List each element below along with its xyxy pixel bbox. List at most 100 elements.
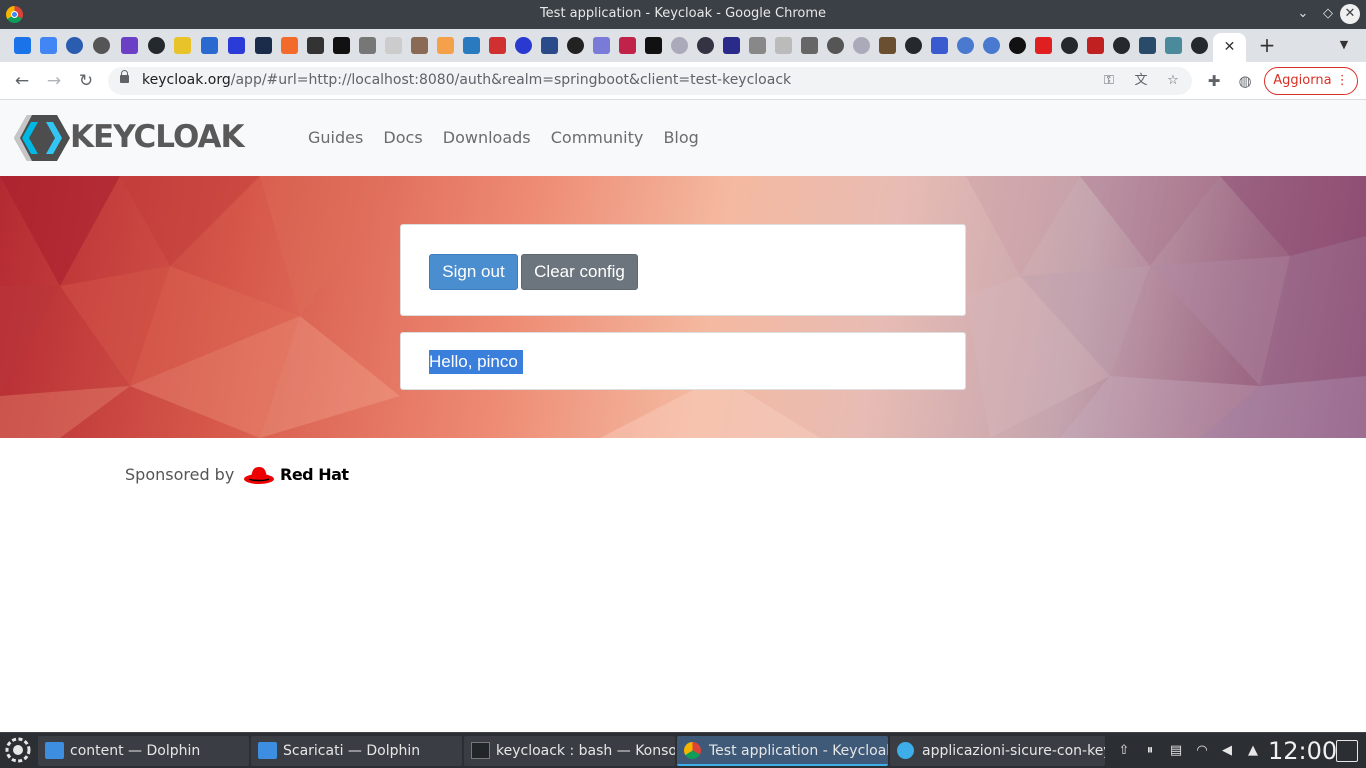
tab-github-icon[interactable] [148, 37, 165, 54]
profile-avatar-icon[interactable]: ◍ [1235, 71, 1255, 91]
clock[interactable]: 12:00 [1268, 737, 1337, 765]
tab-favicon-icon[interactable] [775, 37, 792, 54]
tab-favicon-icon[interactable] [281, 37, 298, 54]
clear-config-button[interactable]: Clear config [521, 254, 638, 290]
tab-favicon-icon[interactable] [463, 37, 480, 54]
translate-icon[interactable]: 文 [1132, 72, 1150, 90]
tab-favicon-icon[interactable] [853, 37, 870, 54]
tab-github-icon[interactable] [1061, 37, 1078, 54]
tab-favicon-icon[interactable] [723, 37, 740, 54]
greeting-text: Hello, pinco [429, 350, 523, 374]
sign-out-button[interactable]: Sign out [429, 254, 518, 290]
tab-favicon-icon[interactable] [307, 37, 324, 54]
tab-favicon-icon[interactable] [437, 37, 454, 54]
back-arrow-icon[interactable]: ← [11, 70, 33, 92]
active-tab-close-button[interactable]: ✕ [1213, 33, 1246, 62]
tab-favicon-icon[interactable] [515, 37, 532, 54]
maximize-icon[interactable]: ◇ [1319, 5, 1337, 23]
tab-favicon-icon[interactable] [1087, 37, 1104, 54]
task-dolphin-content[interactable]: content — Dolphin [38, 736, 249, 766]
window-titlebar: Test application - Keycloak - Google Chr… [0, 0, 1366, 29]
tab-favicon-icon[interactable] [567, 37, 584, 54]
tab-favicon-icon[interactable] [201, 37, 218, 54]
taskbar: content — Dolphin Scaricati — Dolphin ke… [0, 732, 1366, 768]
reload-icon[interactable]: ↻ [75, 70, 97, 92]
tab-favicon-icon[interactable] [645, 37, 662, 54]
tab-search-icon[interactable]: ▼ [1336, 37, 1352, 53]
site-nav: Guides Docs Downloads Community Blog [308, 128, 714, 147]
task-konsole[interactable]: keycloack : bash — Konsole [464, 736, 675, 766]
url-path: /app/#url=http://localhost:8080/auth&rea… [230, 72, 792, 88]
tab-favicon-icon[interactable] [411, 37, 428, 54]
task-applicazioni[interactable]: applicazioni-sicure-con-key... [890, 736, 1105, 766]
browser-toolbar: ← → ↻ keycloak.org/app/#url=http://local… [0, 62, 1366, 100]
tab-favicon-icon[interactable] [359, 37, 376, 54]
app-launcher-icon[interactable] [4, 736, 32, 764]
tab-favicon-icon[interactable] [801, 37, 818, 54]
tab-github-icon[interactable] [1113, 37, 1130, 54]
tab-favicon-icon[interactable] [1009, 37, 1026, 54]
keycloak-logo[interactable]: KEYCLOAK [12, 113, 257, 163]
folder-icon [258, 742, 277, 759]
logo-wordmark: KEYCLOAK [70, 119, 244, 155]
nav-downloads-link[interactable]: Downloads [443, 128, 531, 147]
tab-favicon-icon[interactable] [385, 37, 402, 54]
task-label: content — Dolphin [70, 743, 201, 759]
tray-expand-icon[interactable]: ▲ [1244, 742, 1262, 760]
window-close-button[interactable]: ✕ [1340, 4, 1360, 24]
tab-favicon-icon[interactable] [931, 37, 948, 54]
tab-favicon-icon[interactable] [749, 37, 766, 54]
tab-favicon-icon[interactable] [1165, 37, 1182, 54]
tab-favicon-icon[interactable] [228, 37, 245, 54]
task-chrome-active[interactable]: Test application - Keycloak ... [677, 736, 888, 766]
tab-github-icon[interactable] [1191, 37, 1208, 54]
address-url[interactable]: keycloak.org/app/#url=http://localhost:8… [142, 72, 791, 88]
tab-github-icon[interactable] [905, 37, 922, 54]
media-pause-icon[interactable]: ⏸ [1141, 742, 1159, 760]
updates-icon[interactable]: ⇧ [1115, 742, 1133, 760]
tab-favicon-icon[interactable] [593, 37, 610, 54]
lock-icon[interactable] [120, 70, 129, 83]
tab-favicon-icon[interactable] [697, 37, 714, 54]
tab-favicon-icon[interactable] [14, 37, 31, 54]
nav-docs-link[interactable]: Docs [383, 128, 422, 147]
task-label: Scaricati — Dolphin [283, 743, 421, 759]
volume-icon[interactable]: ◀ [1218, 742, 1236, 760]
nav-guides-link[interactable]: Guides [308, 128, 363, 147]
extensions-puzzle-icon[interactable]: ✚ [1204, 71, 1224, 91]
key-icon[interactable]: ⚿ [1100, 72, 1118, 90]
tab-favicon-icon[interactable] [671, 37, 688, 54]
address-bar[interactable]: keycloak.org/app/#url=http://localhost:8… [108, 67, 1192, 95]
show-desktop-button[interactable] [1336, 740, 1358, 762]
clipboard-icon[interactable]: ▤ [1167, 742, 1185, 760]
update-button[interactable]: Aggiorna ⋮ [1264, 67, 1358, 95]
tab-favicon-icon[interactable] [66, 37, 83, 54]
folder-icon [45, 742, 64, 759]
tab-favicon-icon[interactable] [121, 37, 138, 54]
task-label: applicazioni-sicure-con-key... [922, 743, 1105, 759]
tab-favicon-icon[interactable] [333, 37, 350, 54]
new-tab-button[interactable]: + [1256, 34, 1278, 56]
forward-arrow-icon[interactable]: → [43, 70, 65, 92]
tab-favicon-icon[interactable] [957, 37, 974, 54]
url-host: keycloak.org [142, 72, 231, 88]
tab-globe-icon[interactable] [93, 37, 110, 54]
redhat-logo[interactable]: Red Hat [243, 462, 353, 490]
bookmark-star-icon[interactable]: ☆ [1164, 72, 1182, 90]
tab-docs-icon[interactable] [40, 37, 57, 54]
tab-favicon-icon[interactable] [879, 37, 896, 54]
tab-favicon-icon[interactable] [541, 37, 558, 54]
tab-globe-icon[interactable] [827, 37, 844, 54]
nav-blog-link[interactable]: Blog [663, 128, 698, 147]
tab-favicon-icon[interactable] [255, 37, 272, 54]
tab-favicon-icon[interactable] [174, 37, 191, 54]
wifi-icon[interactable]: ◠ [1193, 742, 1211, 760]
tab-favicon-icon[interactable] [983, 37, 1000, 54]
tab-youtube-icon[interactable] [1035, 37, 1052, 54]
tab-favicon-icon[interactable] [489, 37, 506, 54]
task-dolphin-scaricati[interactable]: Scaricati — Dolphin [251, 736, 462, 766]
tab-favicon-icon[interactable] [619, 37, 636, 54]
tab-favicon-icon[interactable] [1139, 37, 1156, 54]
nav-community-link[interactable]: Community [551, 128, 644, 147]
minimize-icon[interactable]: ⌄ [1294, 5, 1312, 23]
